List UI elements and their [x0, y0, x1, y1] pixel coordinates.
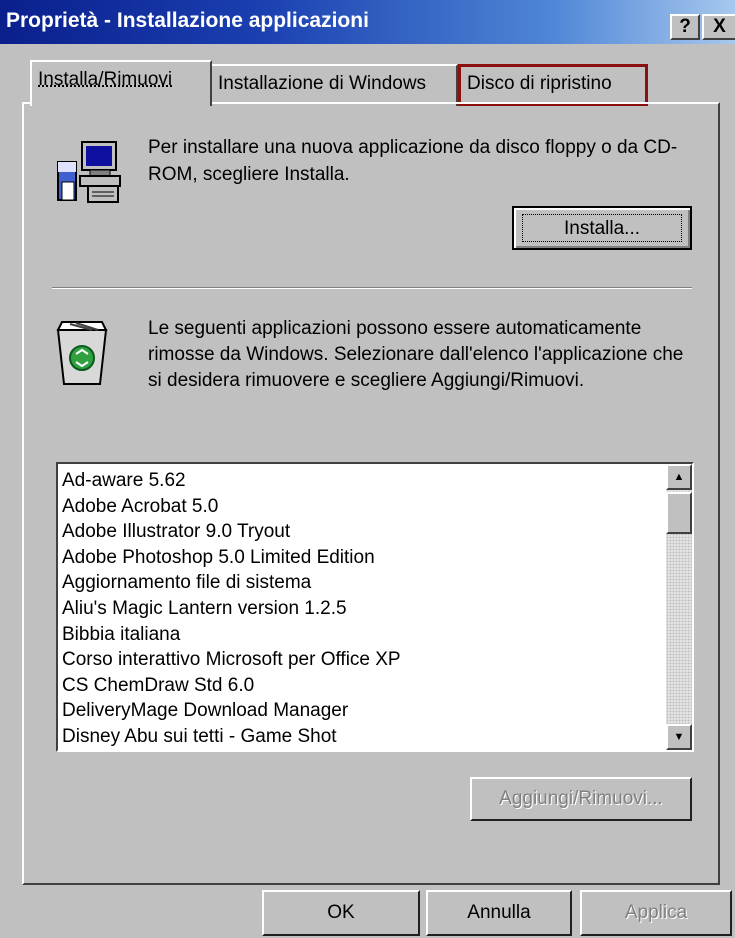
tab-windows-setup[interactable]: Installazione di Windows — [210, 64, 458, 106]
help-button[interactable]: ? — [670, 14, 700, 40]
list-item[interactable]: Bibbia italiana — [62, 622, 662, 648]
cancel-button[interactable]: Annulla — [426, 890, 572, 936]
list-item[interactable]: Disney Abu sui tetti - Game Shot — [62, 724, 662, 750]
list-scrollbar[interactable]: ▲ ▼ — [666, 464, 692, 750]
properties-dialog: Proprietà - Installazione applicazioni ?… — [0, 0, 735, 938]
list-items: Ad-aware 5.62 Adobe Acrobat 5.0 Adobe Il… — [62, 468, 662, 750]
ok-button[interactable]: OK — [262, 890, 420, 936]
install-button-label: Installa... — [522, 214, 682, 242]
list-item[interactable]: Adobe Acrobat 5.0 — [62, 494, 662, 520]
list-item[interactable]: Adobe Illustrator 9.0 Tryout — [62, 519, 662, 545]
scroll-up-icon[interactable]: ▲ — [666, 464, 692, 490]
list-item[interactable]: Ad-aware 5.62 — [62, 468, 662, 494]
install-computer-icon — [57, 141, 121, 203]
remove-instructions: Le seguenti applicazioni possono essere … — [148, 318, 684, 391]
tab-startup-disk[interactable]: Disco di ripristino — [458, 64, 648, 106]
list-item[interactable]: DeliveryMage Download Manager — [62, 698, 662, 724]
install-instructions: Per installare una nuova applicazione da… — [148, 137, 678, 185]
window-title: Proprietà - Installazione applicazioni — [6, 9, 369, 32]
list-item[interactable]: CS ChemDraw Std 6.0 — [62, 673, 662, 699]
list-item[interactable]: Aliu's Magic Lantern version 1.2.5 — [62, 596, 662, 622]
section-divider — [52, 287, 692, 289]
scroll-down-icon[interactable]: ▼ — [666, 724, 692, 750]
tab-install-remove[interactable]: Installa/Rimuovi — [30, 60, 212, 106]
close-button[interactable]: X — [702, 14, 735, 40]
apply-button[interactable]: Applica — [580, 890, 732, 936]
tab-label: Installa/Rimuovi — [38, 69, 173, 90]
list-item[interactable]: Adobe Photoshop 5.0 Limited Edition — [62, 545, 662, 571]
list-item[interactable]: Aggiornamento file di sistema — [62, 570, 662, 596]
applications-list[interactable]: Ad-aware 5.62 Adobe Acrobat 5.0 Adobe Il… — [56, 462, 694, 752]
title-bar[interactable]: Proprietà - Installazione applicazioni ?… — [0, 0, 735, 44]
list-item[interactable]: Corso interattivo Microsoft per Office X… — [62, 647, 662, 673]
add-remove-button[interactable]: Aggiungi/Rimuovi... — [470, 777, 692, 821]
recycle-bin-icon — [56, 321, 108, 385]
install-button[interactable]: Installa... — [512, 206, 692, 250]
scroll-thumb[interactable] — [666, 492, 692, 534]
